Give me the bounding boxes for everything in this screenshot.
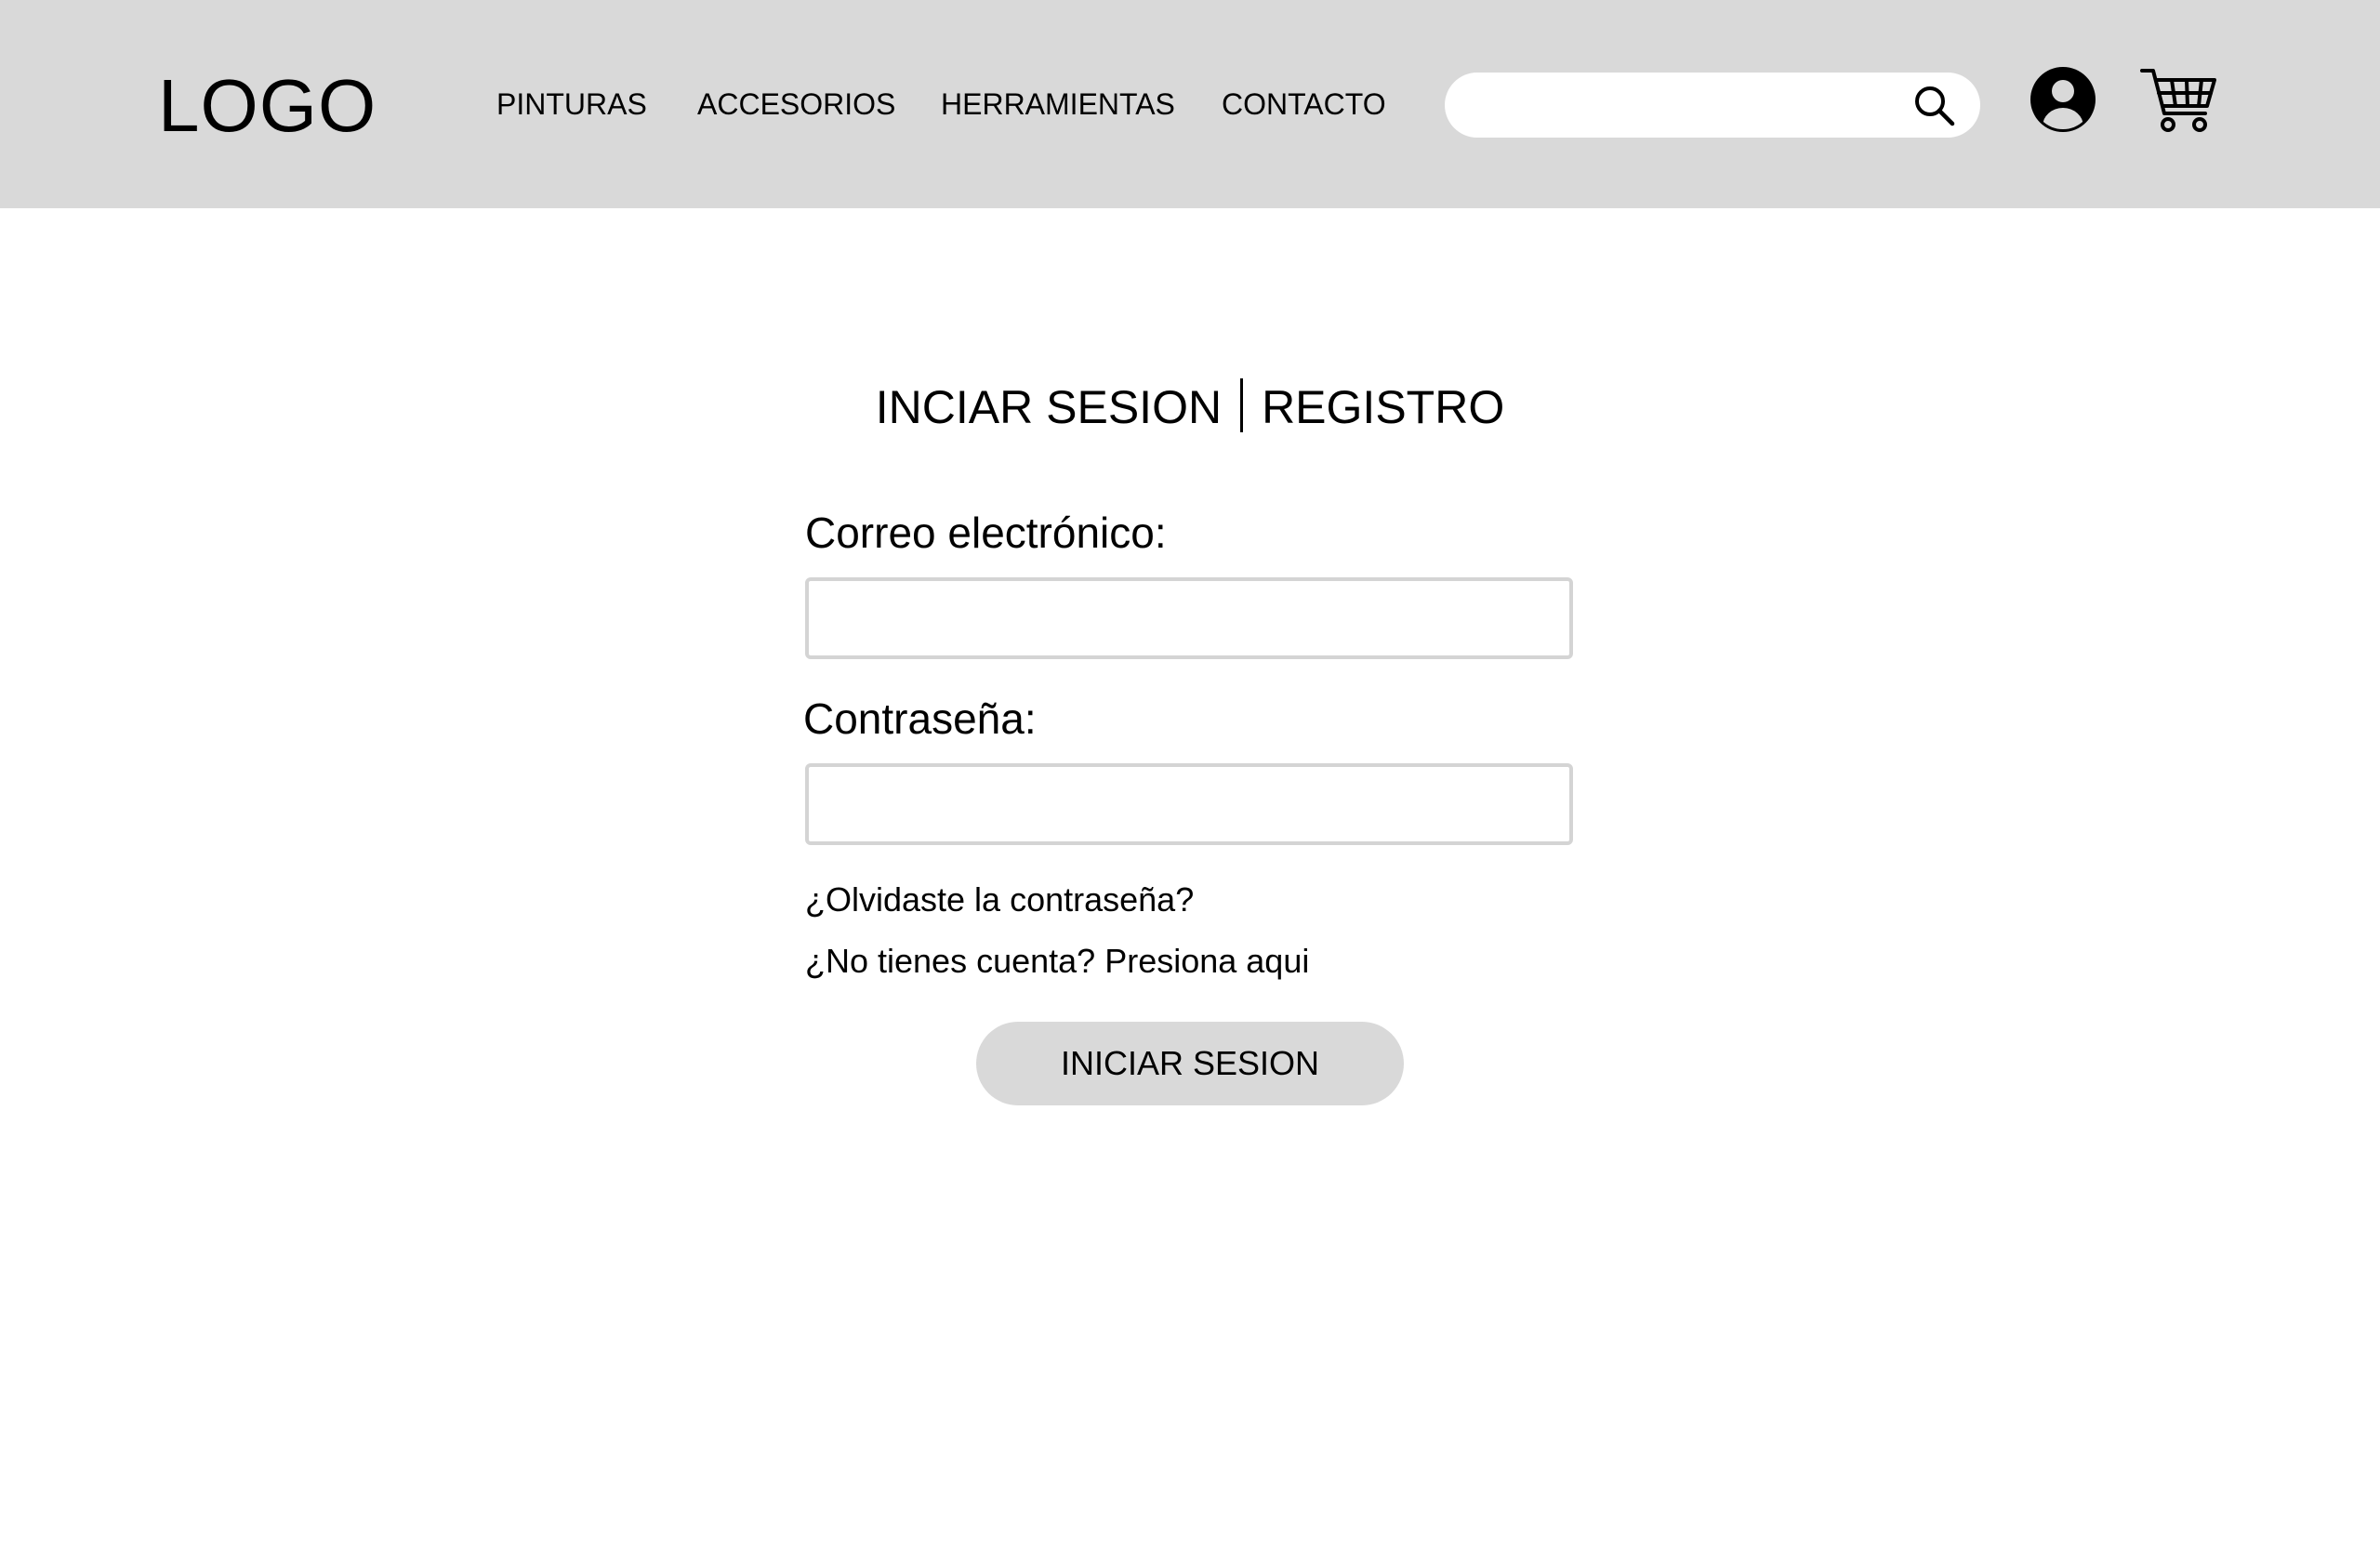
nav-item-pinturas[interactable]: PINTURAS [496,86,647,123]
shopping-cart-icon[interactable] [2140,65,2216,136]
site-header: LOGO PINTURAS ACCESORIOS HERRAMIENTAS CO… [0,0,2380,208]
search-input[interactable] [1471,82,1902,130]
search-icon[interactable] [1911,83,1956,127]
user-circle-icon[interactable] [2030,67,2096,132]
password-label: Contraseña: [803,694,1037,743]
tab-login[interactable]: INCIAR SESION [876,381,1222,433]
nav-item-accesorios[interactable]: ACCESORIOS [697,86,895,123]
logo[interactable]: LOGO [158,63,377,149]
nav-item-contacto[interactable]: CONTACTO [1222,86,1386,123]
tab-register[interactable]: REGISTRO [1262,381,1504,433]
email-label: Correo electrónico: [805,509,1167,557]
register-link[interactable]: ¿No tienes cuenta? Presiona aqui [805,941,1309,982]
password-field[interactable] [805,763,1573,845]
login-button[interactable]: INICIAR SESION [976,1022,1404,1105]
auth-tabs: INCIAR SESION REGISTRO [0,376,2380,439]
email-field[interactable] [805,577,1573,659]
search-bar [1445,73,1980,138]
forgot-password-link[interactable]: ¿Olvidaste la contraseña? [805,879,1194,920]
tab-separator [1240,378,1244,432]
nav-item-herramientas[interactable]: HERRAMIENTAS [941,86,1175,123]
